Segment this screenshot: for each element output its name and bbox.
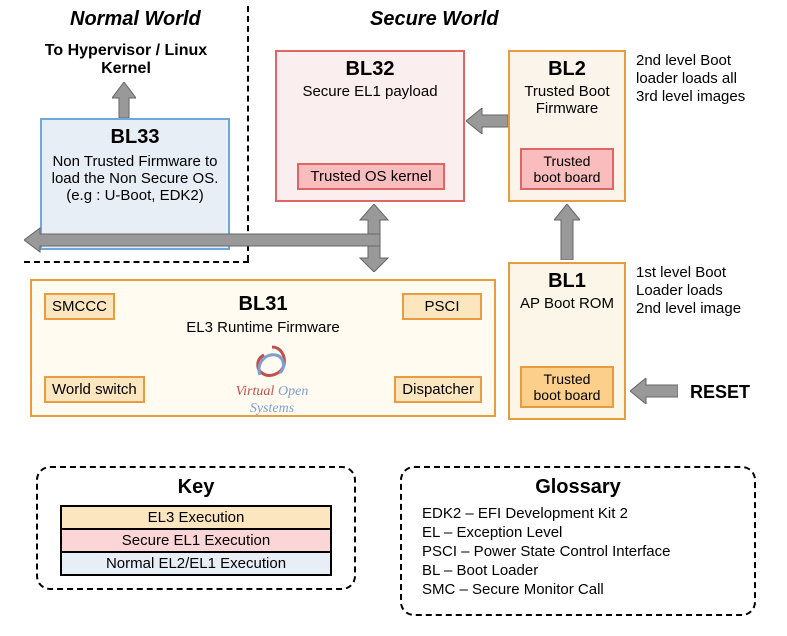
logo-text-a: Virtual [236,384,275,399]
bl31-world-switch: World switch [44,376,145,403]
bl31-dispatcher: Dispatcher [394,376,482,403]
bl1-title: BL1 [510,270,624,293]
key-sel1: Secure EL1 Execution [60,528,332,553]
arrow-bl1-to-bl2 [554,204,580,260]
bl2-note: 2nd level Boot loader loads all 3rd leve… [636,52,746,106]
secure-world-label: Secure World [370,8,499,31]
arrow-bl31-to-bl33-and-up [24,204,394,272]
swirl-icon [250,343,294,383]
arrow-reset [630,378,678,404]
reset-label: RESET [690,382,750,403]
bl31-box: BL31 EL3 Runtime Firmware SMCCC PSCI Wor… [30,279,496,417]
normal-world-label: Normal World [70,8,201,31]
bl31-psci: PSCI [402,293,482,320]
glossary-line-0: EDK2 – EFI Development Kit 2 [422,505,746,522]
bl31-smccc: SMCCC [44,293,115,320]
bl32-inner: Trusted OS kernel [297,163,445,190]
glossary-line-3: BL – Boot Loader [422,562,746,579]
bl31-desc: EL3 Runtime Firmware [186,319,339,336]
bl33-title: BL33 [42,126,228,149]
bl1-box: BL1 AP Boot ROM Trusted boot board [508,262,626,420]
bl1-inner: Trusted boot board [520,366,614,408]
key-box: Key EL3 Execution Secure EL1 Execution N… [36,466,356,590]
bl33-desc: Non Trusted Firmware to load the Non Sec… [42,151,228,206]
glossary-title: Glossary [410,476,746,499]
to-hypervisor-label: To Hypervisor / Linux Kernel [36,42,216,78]
bl31-title: BL31 [239,293,288,315]
arrow-bl2-to-bl32 [466,108,508,134]
bl1-desc: AP Boot ROM [510,295,624,312]
bl32-desc: Secure EL1 payload [277,83,463,100]
glossary-box: Glossary EDK2 – EFI Development Kit 2 EL… [400,466,756,616]
glossary-line-4: SMC – Secure Monitor Call [422,581,746,598]
bl2-title: BL2 [510,58,624,81]
bl32-title: BL32 [277,58,463,81]
glossary-line-2: PSCI – Power State Control Interface [422,543,746,560]
key-el3: EL3 Execution [60,505,332,530]
bl32-box: BL32 Secure EL1 payload Trusted OS kerne… [275,50,465,202]
bl1-note: 1st level Boot Loader loads 2nd level im… [636,264,746,318]
arrow-bl33-to-hypervisor [112,82,136,118]
bl2-desc: Trusted Boot Firmware [510,83,624,117]
key-title: Key [46,476,346,499]
glossary-line-1: EL – Exception Level [422,524,746,541]
vos-logo: Virtual Open Systems [212,343,332,417]
bl2-box: BL2 Trusted Boot Firmware Trusted boot b… [508,50,626,202]
key-nel: Normal EL2/EL1 Execution [60,551,332,576]
bl2-inner: Trusted boot board [520,148,614,190]
